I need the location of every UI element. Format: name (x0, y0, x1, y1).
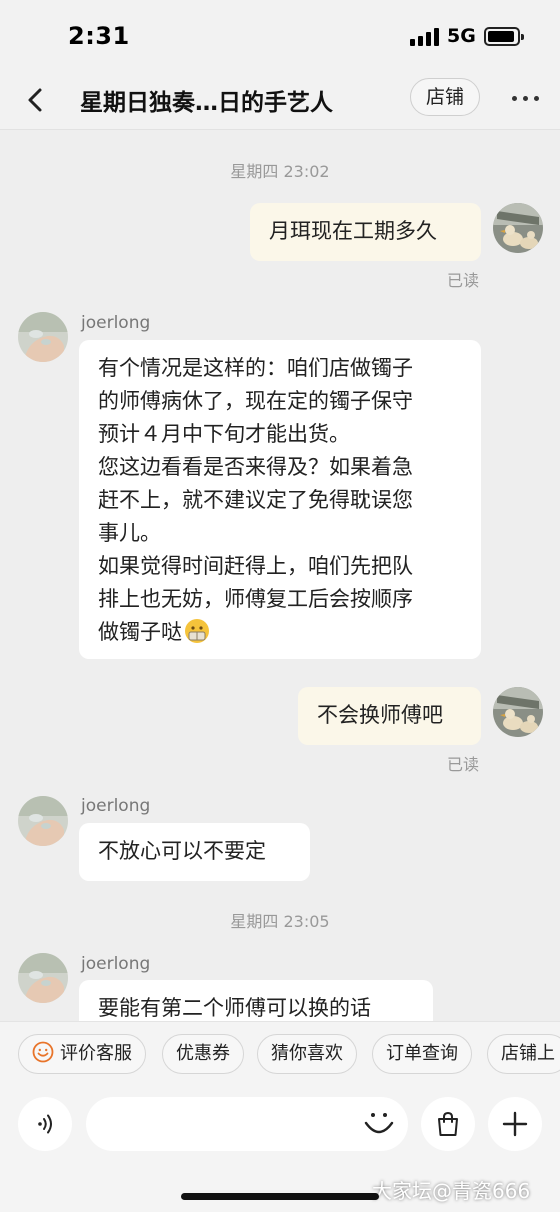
shop-message-bubble[interactable]: 不放心可以不要定 (79, 823, 310, 881)
my-message-bubble[interactable]: 月珥现在工期多久 (250, 203, 481, 261)
timestamp: 星期四 23:05 (230, 912, 330, 931)
home-indicator[interactable] (181, 1193, 379, 1200)
status-time: 2:31 (68, 22, 130, 50)
battery-icon (484, 27, 524, 46)
shop-avatar[interactable] (18, 796, 68, 846)
network-type: 5G (447, 25, 476, 47)
quick-reply-recommendations[interactable]: 猜你喜欢 (257, 1034, 357, 1074)
chat-area[interactable]: 星期四 23:02 月珥现在工期多久 已读 joerlong 有个情况是这样的：… (0, 131, 560, 1021)
message-line: 做镯子哒 (98, 616, 462, 649)
message-line-text: 做镯子哒 (98, 620, 182, 644)
shop-avatar[interactable] (18, 953, 68, 1003)
sender-name: joerlong (81, 313, 151, 333)
money-mouth-emoji-icon (185, 619, 209, 643)
read-receipt: 已读 (447, 755, 480, 774)
timestamp: 星期四 23:02 (230, 162, 330, 181)
message-line: 您这边看看是否来得及？如果着急 (98, 455, 413, 479)
message-line: 如果觉得时间赶得上，咱们先把队 (98, 554, 413, 578)
watermark: 大家坛@青瓷666 (372, 1179, 531, 1203)
plus-icon (502, 1111, 528, 1137)
nav-bar: 星期日独奏…日的手艺人 店铺 (0, 72, 560, 130)
more-icon[interactable] (505, 80, 545, 116)
message-line: 事儿。 (98, 521, 161, 545)
chip-label: 评价客服 (60, 1043, 132, 1064)
input-bar: 大家坛@青瓷666 (0, 1087, 560, 1212)
status-bar: 2:31 5G (0, 0, 560, 72)
message-input[interactable] (86, 1097, 408, 1151)
smiley-icon (32, 1041, 54, 1063)
quick-reply-order-lookup[interactable]: 订单查询 (372, 1034, 472, 1074)
shop-message-bubble[interactable]: 有个情况是这样的：咱们店做镯子 的师傅病休了，现在定的镯子保守 预计４月中下旬才… (79, 340, 481, 659)
store-button[interactable]: 店铺 (410, 78, 480, 116)
quick-reply-store-new[interactable]: 店铺上 (487, 1034, 560, 1074)
message-line: 排上也无妨，师傅复工后会按顺序 (98, 587, 413, 611)
message-line: 的师傅病休了，现在定的镯子保守 (98, 389, 413, 413)
read-receipt: 已读 (447, 271, 480, 290)
sender-name: joerlong (81, 954, 151, 974)
shop-avatar[interactable] (18, 312, 68, 362)
back-button[interactable] (18, 82, 54, 118)
message-line: 预计４月中下旬才能出货。 (98, 422, 350, 446)
my-message-bubble[interactable]: 不会换师傅吧 (298, 687, 481, 745)
quick-reply-rate-service[interactable]: 评价客服 (18, 1034, 146, 1074)
emoji-icon (364, 1113, 394, 1134)
quick-reply-coupons[interactable]: 优惠券 (162, 1034, 244, 1074)
voice-icon (38, 1114, 52, 1134)
emoji-button[interactable] (362, 1107, 396, 1141)
shopping-bag-button[interactable] (421, 1097, 475, 1151)
back-arrow-icon (28, 88, 42, 112)
voice-button[interactable] (18, 1097, 72, 1151)
plus-button[interactable] (488, 1097, 542, 1151)
my-avatar[interactable] (493, 687, 543, 737)
shop-message-bubble[interactable]: 要能有第二个师傅可以换的话 (79, 980, 433, 1021)
my-avatar[interactable] (493, 203, 543, 253)
sender-name: joerlong (81, 796, 151, 816)
quick-reply-bar: 评价客服 优惠券 猜你喜欢 订单查询 店铺上 (0, 1021, 560, 1087)
message-line: 赶不上，就不建议定了免得耽误您 (98, 488, 413, 512)
message-line: 有个情况是这样的：咱们店做镯子 (98, 356, 413, 380)
cellular-signal-icon (410, 28, 440, 46)
shopping-bag-icon (438, 1111, 458, 1136)
chat-title: 星期日独奏…日的手艺人 (80, 90, 333, 116)
